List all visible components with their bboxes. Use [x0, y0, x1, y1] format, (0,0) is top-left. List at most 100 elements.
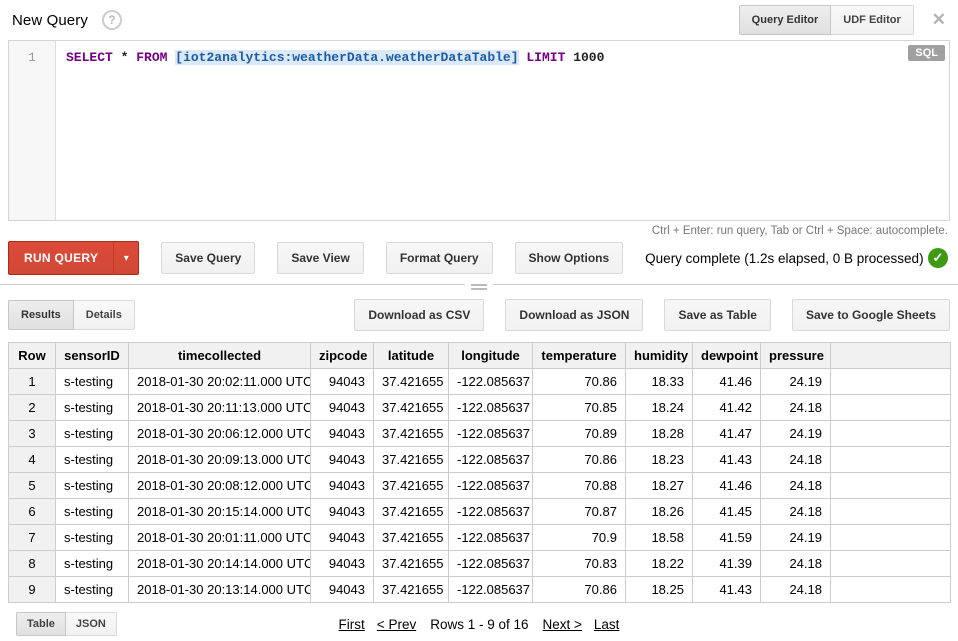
table-cell: 24.18 [761, 395, 831, 421]
sql-keyword-from: FROM [136, 50, 167, 65]
table-cell: 18.58 [626, 525, 693, 551]
table-cell: s-testing [56, 499, 129, 525]
results-tabs: Results Details [8, 300, 135, 330]
table-cell: 18.27 [626, 473, 693, 499]
table-cell: 94043 [311, 499, 374, 525]
download-csv-button[interactable]: Download as CSV [354, 299, 484, 331]
table-cell: 2018-01-30 20:08:12.000 UTC [129, 473, 311, 499]
table-cell: 41.39 [693, 551, 761, 577]
run-query-group: RUN QUERY ▾ [8, 241, 139, 275]
save-to-sheets-button[interactable]: Save to Google Sheets [792, 299, 950, 331]
column-header: humidity [626, 343, 693, 369]
table-row: 7s-testing2018-01-30 20:01:11.000 UTC940… [9, 525, 951, 551]
table-cell: 2018-01-30 20:13:14.000 UTC [129, 577, 311, 603]
table-cell: 37.421655 [374, 499, 449, 525]
run-query-button[interactable]: RUN QUERY [8, 241, 113, 275]
query-header: New Query ? Query Editor UDF Editor ✕ [0, 0, 958, 40]
table-cell: 37.421655 [374, 395, 449, 421]
table-cell: s-testing [56, 395, 129, 421]
success-check-icon: ✓ [928, 248, 948, 268]
table-cell: 18.22 [626, 551, 693, 577]
format-query-button[interactable]: Format Query [386, 242, 493, 274]
sql-keyword-limit: LIMIT [526, 50, 565, 65]
table-cell: 70.83 [533, 551, 626, 577]
results-table-head: RowsensorIDtimecollectedzipcodelatitudel… [9, 343, 951, 369]
pane-splitter[interactable] [0, 284, 958, 285]
table-cell: -122.085637 [449, 473, 533, 499]
view-json-button[interactable]: JSON [66, 612, 117, 636]
download-json-button[interactable]: Download as JSON [505, 299, 643, 331]
sql-editor[interactable]: 1 SELECT * FROM [iot2analytics:weatherDa… [8, 40, 950, 221]
table-cell: 70.85 [533, 395, 626, 421]
table-cell: 70.86 [533, 369, 626, 395]
table-cell: s-testing [56, 577, 129, 603]
table-cell: 6 [9, 499, 56, 525]
table-cell: 24.19 [761, 369, 831, 395]
view-toggle: Table JSON [16, 612, 117, 636]
tab-query-editor[interactable]: Query Editor [739, 5, 832, 35]
save-as-table-button[interactable]: Save as Table [664, 299, 771, 331]
table-cell: 2018-01-30 20:15:14.000 UTC [129, 499, 311, 525]
view-table-button[interactable]: Table [16, 612, 66, 636]
editor-mode-tabs: Query Editor UDF Editor [739, 5, 914, 35]
results-table-body: 1s-testing2018-01-30 20:02:11.000 UTC940… [9, 369, 951, 603]
tab-udf-editor[interactable]: UDF Editor [831, 5, 913, 35]
table-cell: 24.18 [761, 577, 831, 603]
table-cell: s-testing [56, 525, 129, 551]
table-cell: -122.085637 [449, 499, 533, 525]
code-area[interactable]: SELECT * FROM [iot2analytics:weatherData… [56, 41, 949, 220]
sql-dialect-badge: SQL [908, 45, 945, 61]
close-icon[interactable]: ✕ [932, 10, 946, 30]
table-cell: 2018-01-30 20:11:13.000 UTC [129, 395, 311, 421]
table-cell: 94043 [311, 421, 374, 447]
table-cell: 41.46 [693, 369, 761, 395]
table-cell-empty [831, 525, 951, 551]
sql-limit-value: 1000 [573, 50, 604, 65]
run-query-dropdown-icon[interactable]: ▾ [113, 241, 139, 275]
table-cell: s-testing [56, 421, 129, 447]
table-cell: 41.42 [693, 395, 761, 421]
table-cell: 70.88 [533, 473, 626, 499]
save-view-button[interactable]: Save View [277, 242, 364, 274]
table-cell-empty [831, 395, 951, 421]
table-cell: 41.43 [693, 577, 761, 603]
query-status: Query complete (1.2s elapsed, 0 B proces… [645, 251, 923, 266]
sql-keyword-select: SELECT [66, 50, 113, 65]
splitter-grip-icon[interactable] [465, 280, 493, 294]
table-cell: 41.47 [693, 421, 761, 447]
pagination-prev-link[interactable]: < Prev [377, 617, 416, 632]
tab-details[interactable]: Details [74, 300, 135, 330]
table-cell: 4 [9, 447, 56, 473]
sql-table-reference: [iot2analytics:weatherData.weatherDataTa… [175, 50, 518, 65]
table-row: 1s-testing2018-01-30 20:02:11.000 UTC940… [9, 369, 951, 395]
table-cell: 70.87 [533, 499, 626, 525]
line-number-gutter: 1 [9, 41, 56, 220]
column-header: dewpoint [693, 343, 761, 369]
pagination-first-link[interactable]: First [339, 617, 365, 632]
table-cell: 94043 [311, 473, 374, 499]
table-cell: 37.421655 [374, 551, 449, 577]
table-cell: 18.26 [626, 499, 693, 525]
table-cell: 2018-01-30 20:01:11.000 UTC [129, 525, 311, 551]
show-options-button[interactable]: Show Options [515, 242, 624, 274]
keyboard-hint: Ctrl + Enter: run query, Tab or Ctrl + S… [0, 221, 958, 240]
help-icon[interactable]: ? [102, 10, 122, 30]
pagination-last-link[interactable]: Last [594, 617, 620, 632]
table-cell: 2018-01-30 20:02:11.000 UTC [129, 369, 311, 395]
table-cell: 37.421655 [374, 447, 449, 473]
table-cell: 24.18 [761, 473, 831, 499]
tab-results[interactable]: Results [8, 300, 74, 330]
save-query-button[interactable]: Save Query [161, 242, 255, 274]
table-row: 4s-testing2018-01-30 20:09:13.000 UTC940… [9, 447, 951, 473]
column-header: latitude [374, 343, 449, 369]
table-cell: 1 [9, 369, 56, 395]
table-cell-empty [831, 499, 951, 525]
table-cell: -122.085637 [449, 551, 533, 577]
table-row: 8s-testing2018-01-30 20:14:14.000 UTC940… [9, 551, 951, 577]
pagination-next-link[interactable]: Next > [543, 617, 582, 632]
table-cell: 94043 [311, 525, 374, 551]
column-header: sensorID [56, 343, 129, 369]
column-header [831, 343, 951, 369]
table-cell: 37.421655 [374, 473, 449, 499]
column-header: zipcode [311, 343, 374, 369]
